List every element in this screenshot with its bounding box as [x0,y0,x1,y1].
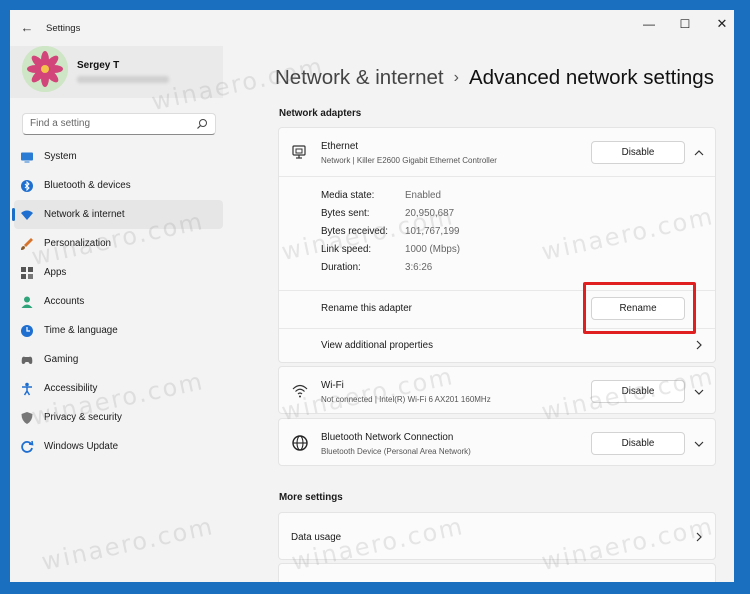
property-label: Duration: [321,262,361,273]
sidebar-item-label: Accounts [44,296,85,307]
bluetooth-icon [21,180,33,192]
globe-clock-icon [21,325,33,337]
adapter-name: Wi-Fi [321,380,344,391]
sidebar-item-label: Personalization [44,238,111,249]
page-title: Advanced network settings [468,66,714,89]
chevron-right-icon [696,340,702,350]
search-box[interactable] [22,113,216,135]
ethernet-icon [292,145,306,159]
disable-button[interactable]: Disable [591,141,685,164]
property-value: 101,767,199 [405,226,460,237]
sidebar-item-privacy[interactable]: Privacy & security [14,403,223,432]
wifi-icon [292,384,308,398]
sidebar-item-label: Time & language [44,325,118,336]
sidebar-nav: System Bluetooth & devices Network & int… [10,142,223,461]
brush-icon [21,238,33,250]
sidebar-item-personalization[interactable]: Personalization [14,229,223,258]
property-label: Link speed: [321,244,372,255]
chevron-down-icon[interactable] [693,386,705,398]
sidebar-item-apps[interactable]: Apps [14,258,223,287]
person-icon [21,296,33,308]
settings-window: ← Settings — ☐ ✕ Sergey T Find a setting… [10,10,734,582]
sidebar-item-accessibility[interactable]: Accessibility [14,374,223,403]
property-label: Media state: [321,190,375,201]
ethernet-header[interactable]: Ethernet Network | Killer E2600 Gigabit … [279,128,715,176]
property-value: 1000 (Mbps) [405,244,460,255]
property-value: 20,950,687 [405,208,455,219]
chevron-down-icon[interactable] [693,438,705,450]
section-title-more-settings: More settings [279,492,343,503]
maximize-button[interactable]: ☐ [670,14,700,34]
sidebar-item-label: Windows Update [44,441,119,452]
rename-adapter-label: Rename this adapter [321,303,412,314]
rename-highlight-box [583,282,696,334]
minimize-button[interactable]: — [634,14,664,34]
sidebar-item-system[interactable]: System [14,142,223,171]
close-button[interactable]: ✕ [707,14,734,34]
chevron-up-icon[interactable] [693,147,705,159]
data-usage-card[interactable]: Data usage [278,512,716,560]
more-settings-card-partial[interactable] [278,563,716,582]
breadcrumb: Network & internet › Advanced network sett… [275,66,714,90]
sidebar-item-windows-update[interactable]: Windows Update [14,432,223,461]
property-value: Enabled [405,190,441,201]
sidebar-item-network[interactable]: Network & internet [12,200,223,229]
user-name: Sergey T [77,60,120,71]
sidebar-item-label: Accessibility [44,383,98,394]
adapter-description: Bluetooth Device (Personal Area Network) [321,447,471,456]
accessibility-icon [22,382,32,396]
sidebar-item-label: Gaming [44,354,79,365]
property-value: 3:6:26 [405,262,433,273]
sidebar-item-label: Network & internet [44,209,125,220]
avatar [22,46,68,92]
search-icon[interactable] [196,118,208,130]
adapter-name: Ethernet [321,141,359,152]
breadcrumb-parent[interactable]: Network & internet [275,66,444,89]
user-email-redacted [77,76,169,83]
gamepad-icon [21,356,33,364]
app-title: Settings [46,23,81,34]
wifi-card[interactable]: Wi-Fi Not connected | Intel(R) Wi-Fi 6 A… [278,366,716,414]
search-input[interactable] [30,118,190,129]
sidebar-item-time-language[interactable]: Time & language [14,316,223,345]
sidebar-item-label: Privacy & security [44,412,122,423]
adapter-properties: Media state: Enabled Bytes sent: 20,950,… [279,176,715,290]
chevron-right-icon [696,532,702,542]
adapter-name: Bluetooth Network Connection [321,432,454,443]
adapter-description: Network | Killer E2600 Gigabit Ethernet … [321,156,497,165]
section-title-network-adapters: Network adapters [279,108,362,119]
sidebar-item-gaming[interactable]: Gaming [14,345,223,374]
chevron-right-icon: › [453,69,459,86]
data-usage-label: Data usage [291,532,342,543]
apps-icon [21,267,33,279]
back-arrow-icon[interactable]: ← [18,19,36,37]
shield-icon [21,412,33,424]
update-icon [21,440,34,453]
sidebar-item-bluetooth[interactable]: Bluetooth & devices [14,171,223,200]
display-icon [21,152,33,163]
property-label: Bytes sent: [321,208,370,219]
watermark: winaero.com [39,512,217,576]
wifi-icon [21,210,33,220]
view-additional-properties-label: View additional properties [321,340,434,351]
sidebar-item-label: Apps [44,267,67,278]
sidebar-item-label: System [44,151,77,162]
disable-button[interactable]: Disable [591,380,685,403]
sidebar-item-accounts[interactable]: Accounts [14,287,223,316]
user-profile[interactable]: Sergey T [10,46,223,98]
sidebar-item-label: Bluetooth & devices [44,180,131,191]
title-bar: ← Settings — ☐ ✕ [10,10,734,46]
disable-button[interactable]: Disable [591,432,685,455]
bluetooth-network-card[interactable]: Bluetooth Network Connection Bluetooth D… [278,418,716,466]
property-label: Bytes received: [321,226,388,237]
adapter-description: Not connected | Intel(R) Wi-Fi 6 AX201 1… [321,395,491,404]
globe-icon [292,435,308,451]
